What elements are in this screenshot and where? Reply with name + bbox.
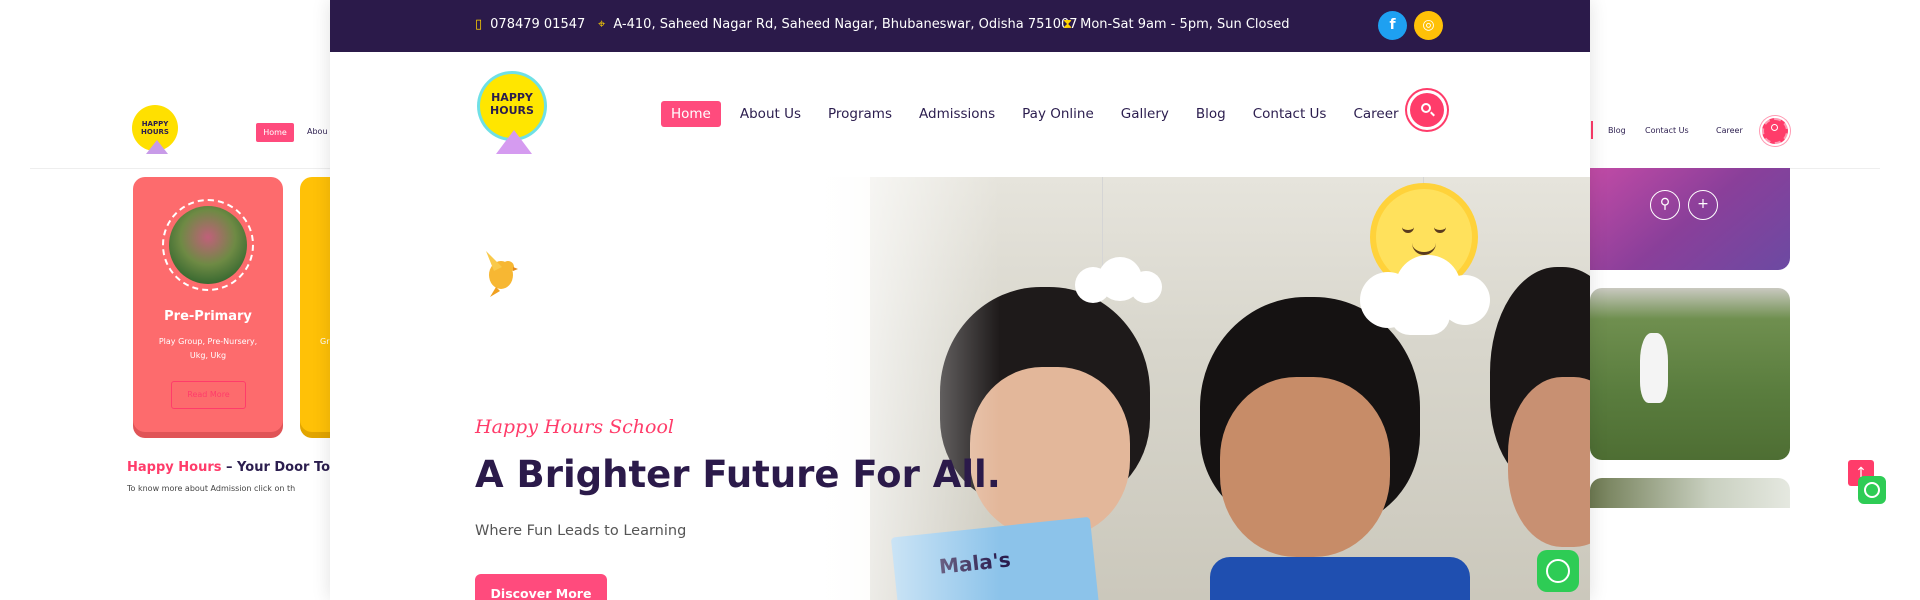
gallery-image-library[interactable] — [1590, 478, 1790, 508]
logo-line1: HAPPY — [491, 91, 533, 104]
nav-active-marker — [1591, 121, 1593, 139]
address-info: ⌖ A-410, Saheed Nagar Rd, Saheed Nagar, … — [598, 17, 1078, 32]
bg-search-button[interactable] — [1762, 118, 1788, 144]
bg-nav-contact[interactable]: Contact Us — [1645, 126, 1689, 135]
program-card-2-fragment: Gr — [320, 337, 330, 346]
site-logo[interactable]: HAPPY HOURS — [480, 74, 544, 138]
location-pin-icon: ⌖ — [598, 17, 606, 32]
gallery-image-goose[interactable] — [1590, 288, 1790, 460]
phone-icon: ▯ — [475, 17, 483, 32]
search-icon — [1771, 124, 1778, 131]
nav-blog[interactable]: Blog — [1196, 106, 1226, 122]
link-icon[interactable]: ⚲ — [1650, 190, 1680, 220]
hours-info: ⧗ Mon-Sat 9am - 5pm, Sun Closed — [1063, 17, 1290, 32]
nav-home[interactable]: Home — [661, 101, 721, 127]
nav-career[interactable]: Career — [1353, 106, 1398, 122]
bird-decoration — [486, 251, 518, 297]
main-nav: Home About Us Programs Admissions Pay On… — [661, 101, 1426, 127]
discover-more-button[interactable]: Discover More — [475, 574, 607, 600]
whatsapp-icon-small[interactable] — [1858, 476, 1886, 504]
phone-number: 078479 01547 — [490, 17, 586, 32]
nav-programs[interactable]: Programs — [828, 106, 892, 122]
gallery-image-classroom[interactable]: ⚲ + — [1590, 168, 1790, 270]
instagram-icon[interactable]: ◎ — [1414, 11, 1443, 40]
bg-nav-about[interactable]: Abou — [307, 127, 328, 136]
background-page-left: HAPPY HOURS Home Abou Pre-Primary Play G… — [0, 0, 332, 600]
admission-tagline: Happy Hours – Your Door To T — [127, 460, 332, 475]
bg-logo-line1: HAPPY — [141, 120, 169, 128]
bg-nav-home[interactable]: Home — [256, 123, 294, 142]
search-button[interactable] — [1410, 93, 1444, 127]
bg-nav-blog[interactable]: Blog — [1608, 126, 1626, 135]
nav-about-us[interactable]: About Us — [740, 106, 801, 122]
plus-icon[interactable]: + — [1688, 190, 1718, 220]
hero-subtitle: Happy Hours School — [475, 416, 674, 438]
program-card-pre-primary: Pre-Primary Play Group, Pre-Nursery, Ukg… — [133, 177, 283, 432]
program-subtitle: Play Group, Pre-Nursery, Ukg, Ukg — [158, 337, 258, 360]
program-title: Pre-Primary — [164, 309, 252, 324]
nav-gallery[interactable]: Gallery — [1121, 106, 1169, 122]
address-text: A-410, Saheed Nagar Rd, Saheed Nagar, Bh… — [613, 17, 1078, 32]
top-info-bar: ▯ 078479 01547 ⌖ A-410, Saheed Nagar Rd,… — [330, 0, 1590, 52]
whatsapp-icon[interactable] — [1537, 550, 1579, 592]
nav-admissions[interactable]: Admissions — [919, 106, 995, 122]
goose-figure — [1640, 333, 1668, 403]
tagline-rest: – Your Door To T — [221, 460, 332, 475]
phone-info[interactable]: ▯ 078479 01547 — [475, 17, 585, 32]
nav-pay-online[interactable]: Pay Online — [1022, 106, 1094, 122]
hero-title: A Brighter Future For All. — [475, 453, 1001, 496]
hours-text: Mon-Sat 9am - 5pm, Sun Closed — [1080, 17, 1290, 32]
hero-section: Mala's Happy Hours School A Brighter Fut… — [330, 177, 1590, 600]
child-face-2 — [1220, 377, 1390, 557]
background-page-right: Blog Contact Us Career ⚲ + ↑ — [1590, 0, 1920, 600]
bg-nav-career[interactable]: Career — [1716, 126, 1743, 135]
facebook-icon[interactable]: f — [1378, 11, 1407, 40]
bg-logo-line2: HOURS — [141, 128, 169, 136]
program-card-2: Gr — [300, 177, 332, 432]
tagline-brand: Happy Hours — [127, 460, 222, 475]
school-uniform — [1210, 557, 1470, 600]
main-header: HAPPY HOURS Home About Us Programs Admis… — [330, 52, 1590, 177]
bg-header-divider — [30, 168, 332, 169]
hourglass-icon: ⧗ — [1063, 17, 1073, 32]
logo-line2: HOURS — [490, 104, 534, 117]
main-page: ▯ 078479 01547 ⌖ A-410, Saheed Nagar Rd,… — [330, 0, 1590, 600]
bg-logo-triangle — [146, 140, 168, 154]
program-photo — [169, 206, 247, 284]
program-read-more-button[interactable]: Read More — [171, 381, 246, 409]
logo-triangle — [496, 130, 532, 154]
hero-description: Where Fun Leads to Learning — [475, 523, 687, 539]
admission-text: To know more about Admission click on th — [127, 484, 296, 493]
nav-contact-us[interactable]: Contact Us — [1253, 106, 1327, 122]
